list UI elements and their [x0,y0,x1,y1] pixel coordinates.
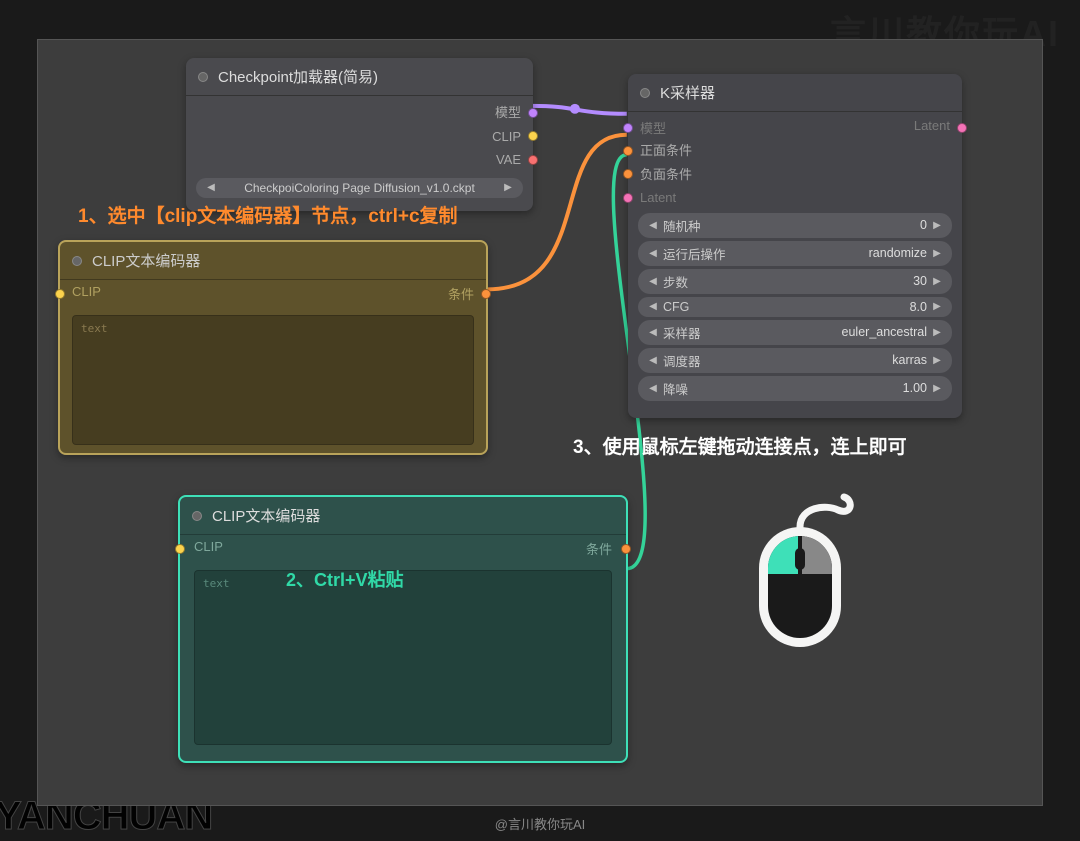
port-dot-clip-in[interactable] [55,289,65,299]
port-dot-clip-in[interactable] [175,544,185,554]
port-latent-out[interactable]: Latent [914,118,950,133]
param-value: 0 [920,218,927,232]
port-clip-in[interactable]: CLIP [194,539,223,554]
checkpoint-picker[interactable]: ◀ CheckpoiColoring Page Diffusion_v1.0.c… [196,178,523,198]
port-dot-positive[interactable] [623,146,633,156]
arrow-right-icon[interactable]: ▶ [932,383,942,394]
node-header[interactable]: K采样器 [628,74,962,112]
param-label: 步数 [663,272,903,291]
arrow-left-icon[interactable]: ◀ [648,355,658,366]
arrow-left-icon[interactable]: ◀ [648,248,658,259]
node-title: CLIP文本编码器 [92,250,200,271]
node-canvas[interactable]: Checkpoint加载器(简易) 模型 CLIP VAE ◀ Checkpoi… [37,39,1043,806]
arrow-right-icon[interactable]: ▶ [503,182,513,193]
param-value: euler_ancestral [842,325,927,339]
node-checkpoint-loader[interactable]: Checkpoint加载器(简易) 模型 CLIP VAE ◀ Checkpoi… [186,58,533,211]
port-dot-latent-in[interactable] [623,193,633,203]
mouse-drag-icon [726,492,866,667]
port-dot-negative[interactable] [623,169,633,179]
port-vae-out[interactable]: VAE [186,148,533,172]
param-label: 采样器 [663,323,832,342]
param-随机种[interactable]: ◀ 随机种 0 ▶ [638,213,952,238]
param-label: 降噪 [663,379,893,398]
port-dot-clip[interactable] [528,131,538,141]
port-model-out[interactable]: 模型 [186,101,533,125]
node-clip-encoder-2[interactable]: CLIP文本编码器 CLIP 条件 text [178,495,628,763]
param-value: 8.0 [910,300,927,314]
port-dot-cond-out[interactable] [621,544,631,554]
arrow-right-icon[interactable]: ▶ [932,276,942,287]
port-dot-model-in[interactable] [623,123,633,133]
annotation-step-1: 1、选中【clip文本编码器】节点，ctrl+c复制 [78,201,458,228]
collapse-icon[interactable] [192,511,202,521]
node-clip-encoder-1[interactable]: CLIP文本编码器 CLIP 条件 text [58,240,488,455]
port-negative-in[interactable]: 负面条件 [628,163,962,187]
footer-credit: @言川教你玩AI [0,814,1080,833]
node-header[interactable]: Checkpoint加载器(简易) [186,58,533,96]
param-label: 调度器 [663,351,882,370]
param-label: 随机种 [663,216,910,235]
param-降噪[interactable]: ◀ 降噪 1.00 ▶ [638,376,952,401]
port-dot-model[interactable] [528,108,538,118]
port-model-in[interactable]: 模型 [640,121,666,136]
port-conditioning-out[interactable]: 条件 [448,287,474,302]
collapse-icon[interactable] [72,256,82,266]
param-运行后操作[interactable]: ◀ 运行后操作 randomize ▶ [638,241,952,266]
param-步数[interactable]: ◀ 步数 30 ▶ [638,269,952,294]
prompt-textarea[interactable]: text [194,570,612,745]
param-value: 1.00 [903,381,927,395]
param-CFG[interactable]: ◀ CFG 8.0 ▶ [638,297,952,317]
param-采样器[interactable]: ◀ 采样器 euler_ancestral ▶ [638,320,952,345]
collapse-icon[interactable] [198,72,208,82]
param-label: 运行后操作 [663,244,859,263]
arrow-right-icon[interactable]: ▶ [932,248,942,259]
node-title: CLIP文本编码器 [212,505,320,526]
arrow-left-icon[interactable]: ◀ [648,276,658,287]
arrow-left-icon[interactable]: ◀ [648,383,658,394]
arrow-left-icon[interactable]: ◀ [648,220,658,231]
param-value: karras [892,353,927,367]
port-conditioning-out[interactable]: 条件 [586,542,612,557]
collapse-icon[interactable] [640,88,650,98]
port-clip-out[interactable]: CLIP [186,125,533,149]
port-dot-latent-out[interactable] [957,123,967,133]
annotation-step-2: 2、Ctrl+V粘贴 [286,566,404,592]
arrow-left-icon[interactable]: ◀ [206,182,216,193]
arrow-left-icon[interactable]: ◀ [648,301,658,312]
port-clip-in[interactable]: CLIP [72,284,101,299]
node-ksampler[interactable]: K采样器 模型 Latent 正面条件 负面条件 [628,74,962,418]
arrow-right-icon[interactable]: ▶ [932,327,942,338]
arrow-left-icon[interactable]: ◀ [648,327,658,338]
node-title: K采样器 [660,82,715,103]
arrow-right-icon[interactable]: ▶ [932,220,942,231]
port-positive-in[interactable]: 正面条件 [628,139,962,163]
node-header[interactable]: CLIP文本编码器 [60,242,486,280]
annotation-step-3: 3、使用鼠标左键拖动连接点，连上即可 [573,432,907,459]
arrow-right-icon[interactable]: ▶ [932,355,942,366]
param-label: CFG [663,300,900,314]
port-dot-vae[interactable] [528,155,538,165]
arrow-right-icon[interactable]: ▶ [932,301,942,312]
port-dot-cond-out[interactable] [481,289,491,299]
port-latent-in[interactable]: Latent [628,186,962,210]
node-title: Checkpoint加载器(简易) [218,66,378,87]
param-value: randomize [869,246,927,260]
prompt-textarea[interactable]: text [72,315,474,445]
node-header[interactable]: CLIP文本编码器 [180,497,626,535]
param-调度器[interactable]: ◀ 调度器 karras ▶ [638,348,952,373]
param-value: 30 [913,274,927,288]
